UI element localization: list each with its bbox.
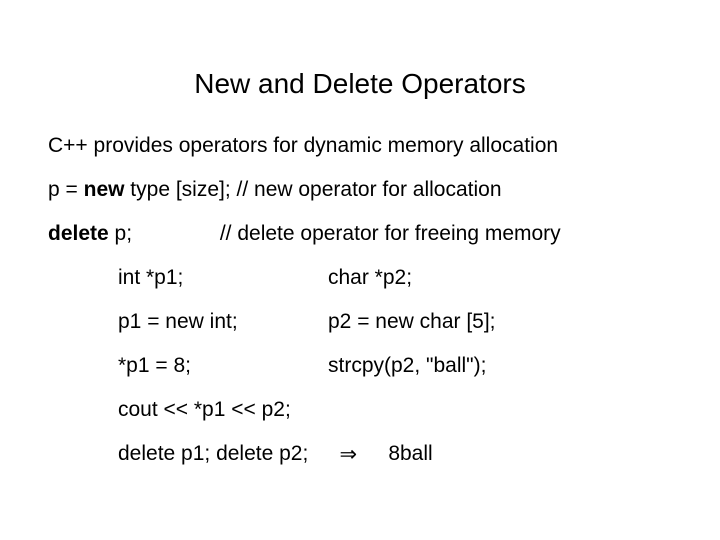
new-syntax-line: p = new type [size]; // new operator for… <box>48 178 672 202</box>
code-r4: cout << *p1 << p2; <box>118 398 291 422</box>
slide-title: New and Delete Operators <box>48 68 672 100</box>
code-r5: delete p1; delete p2; <box>118 442 308 467</box>
code-r1-left: int *p1; <box>118 266 328 290</box>
code-r2-left: p1 = new int; <box>118 310 328 334</box>
code-output: 8ball <box>388 442 432 467</box>
code-row-2: p1 = new int; p2 = new char [5]; <box>118 310 672 334</box>
new-syntax-post: type [size]; // new operator for allocat… <box>124 178 501 201</box>
delete-syntax-line: delete p; // delete operator for freeing… <box>48 222 672 246</box>
delete-keyword: delete <box>48 222 109 245</box>
code-r3-left: *p1 = 8; <box>118 354 328 378</box>
code-row-4: cout << *p1 << p2; <box>118 398 672 422</box>
code-row-5: delete p1; delete p2; ⇒ 8ball <box>118 442 672 467</box>
delete-label-wrap: delete p; <box>48 222 214 246</box>
code-r2-right: p2 = new char [5]; <box>328 310 672 334</box>
code-row-1: int *p1; char *p2; <box>118 266 672 290</box>
code-r1-right: char *p2; <box>328 266 672 290</box>
intro-line: C++ provides operators for dynamic memor… <box>48 134 672 158</box>
delete-comment: // delete operator for freeing memory <box>220 222 561 245</box>
code-row-3: *p1 = 8; strcpy(p2, "ball"); <box>118 354 672 378</box>
code-block: int *p1; char *p2; p1 = new int; p2 = ne… <box>118 266 672 467</box>
new-keyword: new <box>84 178 125 201</box>
slide: New and Delete Operators C++ provides op… <box>0 0 720 540</box>
arrow-icon: ⇒ <box>308 442 388 467</box>
delete-syntax-post: p; <box>109 222 132 245</box>
code-r3-right: strcpy(p2, "ball"); <box>328 354 672 378</box>
new-syntax-pre: p = <box>48 178 84 201</box>
